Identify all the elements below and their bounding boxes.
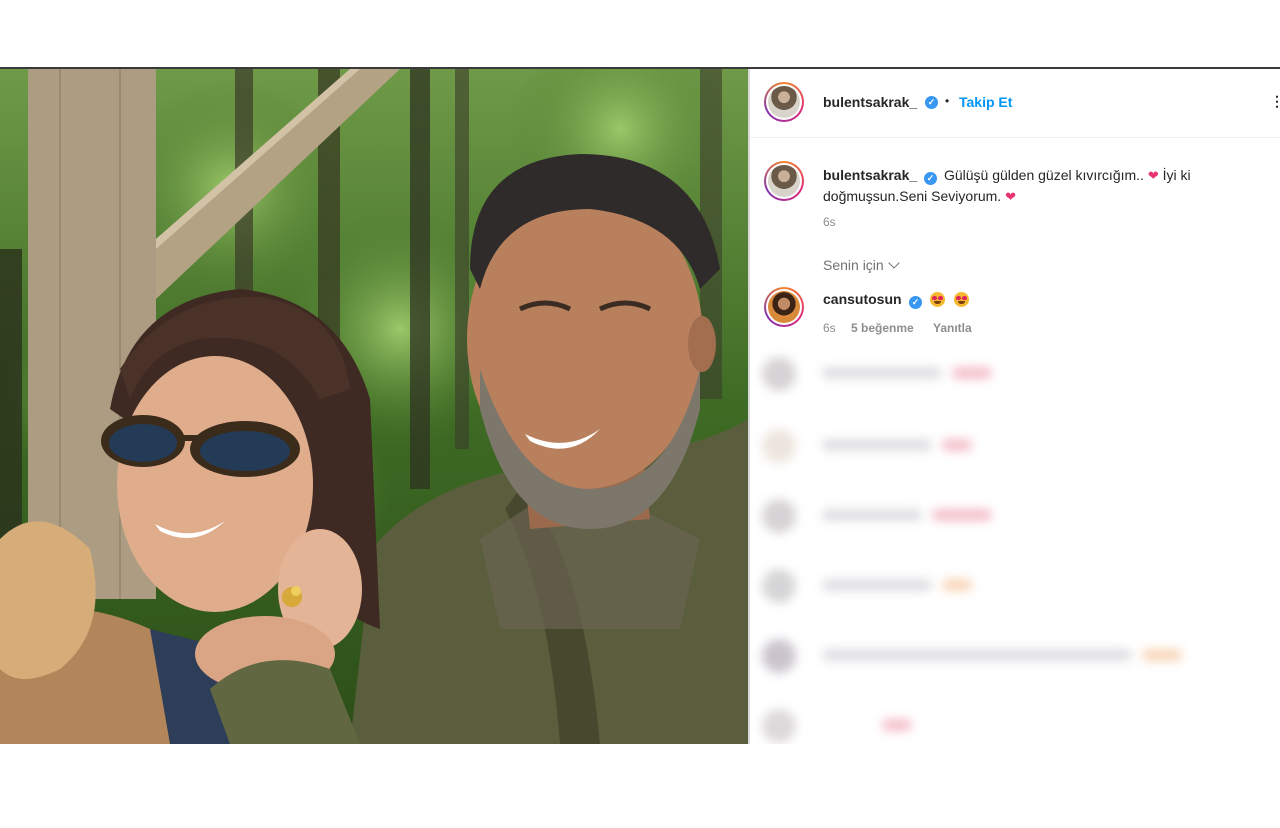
- comment-sort-dropdown[interactable]: Senin için: [823, 257, 900, 273]
- author-avatar[interactable]: [764, 82, 804, 122]
- heart-eyes-emoji-icon: [930, 292, 946, 308]
- caption-timestamp: 6s: [823, 215, 836, 229]
- comment-avatar[interactable]: [764, 287, 804, 327]
- post-caption: bulentsakrak_ ✓ Gülüşü gülden güzel kıvı…: [823, 165, 1253, 207]
- more-options-icon[interactable]: ⋮: [1270, 93, 1280, 110]
- comment-body: cansutosun ✓: [823, 291, 969, 309]
- follow-button[interactable]: Takip Et: [959, 94, 1012, 110]
- heart-eyes-emoji-icon: [953, 292, 969, 308]
- chevron-down-icon: [888, 257, 900, 269]
- post-details-panel: bulentsakrak_ ✓ • Takip Et ⋮ bulentsakra…: [750, 69, 1280, 744]
- header-divider: [750, 137, 1280, 138]
- comment-verified-badge-icon: ✓: [909, 296, 923, 309]
- comment-sort-label: Senin için: [823, 257, 884, 273]
- heart-icon: ❤: [1005, 189, 1016, 204]
- comment-reply-button[interactable]: Yanıtla: [933, 321, 972, 335]
- blurred-comments: [750, 347, 1280, 744]
- verified-badge-icon: ✓: [925, 96, 938, 109]
- caption-text-1: Gülüşü gülden güzel kıvırcığım..: [943, 167, 1144, 183]
- post-photo[interactable]: [0, 69, 748, 744]
- caption-verified-badge-icon: ✓: [924, 172, 938, 185]
- comment-username[interactable]: cansutosun: [823, 291, 902, 307]
- comment-likes[interactable]: 5 beğenme: [851, 321, 914, 335]
- dot-separator: •: [945, 94, 950, 108]
- author-username[interactable]: bulentsakrak_: [823, 94, 917, 110]
- heart-icon: ❤: [1147, 168, 1159, 183]
- photo-illustration: [0, 69, 748, 744]
- caption-author-avatar[interactable]: [764, 161, 804, 201]
- caption-username[interactable]: bulentsakrak_: [823, 167, 917, 183]
- comment-timestamp: 6s: [823, 321, 836, 335]
